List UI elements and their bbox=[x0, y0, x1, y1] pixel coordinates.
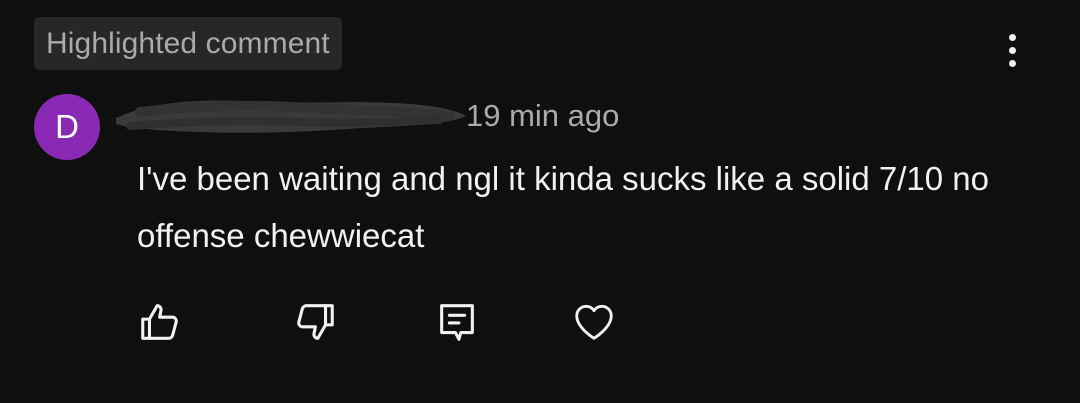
comment-text: I've been waiting and ngl it kinda sucks… bbox=[137, 160, 989, 254]
thumbs-up-icon bbox=[141, 304, 178, 340]
like-button[interactable] bbox=[133, 295, 187, 349]
highlighted-comment-badge: Highlighted comment bbox=[34, 17, 342, 70]
more-options-button[interactable] bbox=[990, 28, 1034, 72]
reply-comment-icon bbox=[440, 304, 474, 341]
avatar-letter: D bbox=[55, 108, 79, 145]
comment-actions bbox=[0, 295, 1080, 349]
dislike-button[interactable] bbox=[288, 295, 342, 349]
comment-timestamp: 19 min ago bbox=[466, 98, 620, 133]
heart-icon bbox=[575, 304, 613, 340]
thumbs-down-icon bbox=[297, 304, 334, 340]
more-vert-icon-dot bbox=[1008, 46, 1016, 54]
avatar[interactable]: D bbox=[34, 94, 100, 160]
redacted-username-scribble bbox=[116, 100, 466, 133]
heart-button[interactable] bbox=[567, 295, 621, 349]
more-vert-icon-dot bbox=[1008, 59, 1016, 67]
more-vert-icon bbox=[1008, 33, 1016, 41]
highlighted-comment-label: Highlighted comment bbox=[46, 26, 330, 60]
reply-button[interactable] bbox=[430, 295, 484, 349]
